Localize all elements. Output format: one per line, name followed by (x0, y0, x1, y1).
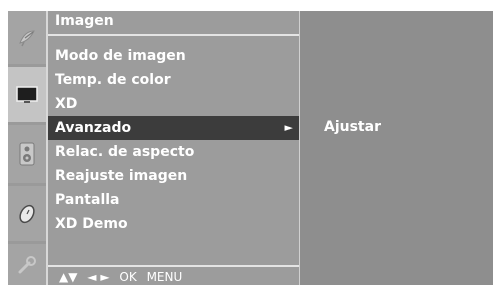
submenu-arrow-icon: ► (284, 121, 293, 134)
rail-item-channel[interactable] (8, 11, 46, 64)
menu-title-bar: Imagen (48, 11, 301, 36)
clock-icon (19, 204, 35, 223)
menu-item-xd-demo[interactable]: XD Demo (48, 212, 301, 236)
submenu-panel: Ajustar (299, 11, 493, 285)
menu-item-label: XD (55, 96, 78, 112)
menu-item-aspect-ratio[interactable]: Relac. de aspecto (48, 140, 301, 164)
rail-item-picture[interactable] (8, 67, 46, 122)
menu-item-label: XD Demo (55, 216, 128, 232)
submenu-item-label: Ajustar (324, 119, 381, 135)
speaker-icon (19, 142, 35, 166)
satellite-dish-icon (19, 29, 35, 46)
rail-item-time[interactable] (8, 186, 46, 241)
menu-hint: MENU (146, 270, 183, 284)
menu-item-color-temp[interactable]: Temp. de color (48, 68, 301, 92)
menu-item-label: Reajuste imagen (55, 168, 188, 184)
nav-left-right-hint: ◄ ► (87, 270, 110, 284)
menu-footer-help: ▲▼ ◄ ► OK MENU (48, 265, 301, 285)
wrench-icon (18, 255, 36, 273)
menu-item-advanced[interactable]: Avanzado ► (48, 116, 301, 140)
menu-title: Imagen (55, 13, 114, 29)
picture-menu-panel: Imagen Modo de imagen Temp. de color XD … (46, 11, 301, 285)
menu-item-label: Pantalla (55, 192, 120, 208)
osd-screen: Imagen Modo de imagen Temp. de color XD … (0, 0, 493, 285)
menu-item-label: Avanzado (55, 120, 132, 136)
rail-item-option[interactable] (8, 244, 46, 285)
ok-hint: OK (119, 270, 137, 284)
rail-item-sound[interactable] (8, 125, 46, 183)
menu-item-label: Modo de imagen (55, 48, 186, 64)
picture-tv-icon (16, 85, 38, 103)
menu-item-label: Temp. de color (55, 72, 171, 88)
menu-item-picture-mode[interactable]: Modo de imagen (48, 44, 301, 68)
menu-item-label: Relac. de aspecto (55, 144, 195, 160)
menu-item-screen[interactable]: Pantalla (48, 188, 301, 212)
menu-item-picture-reset[interactable]: Reajuste imagen (48, 164, 301, 188)
nav-up-down-hint: ▲▼ (59, 270, 78, 284)
menu-item-xd[interactable]: XD (48, 92, 301, 116)
submenu-item-adjust[interactable]: Ajustar (324, 119, 381, 135)
menu-category-rail (8, 11, 46, 285)
menu-list: Modo de imagen Temp. de color XD Avanzad… (48, 44, 301, 236)
